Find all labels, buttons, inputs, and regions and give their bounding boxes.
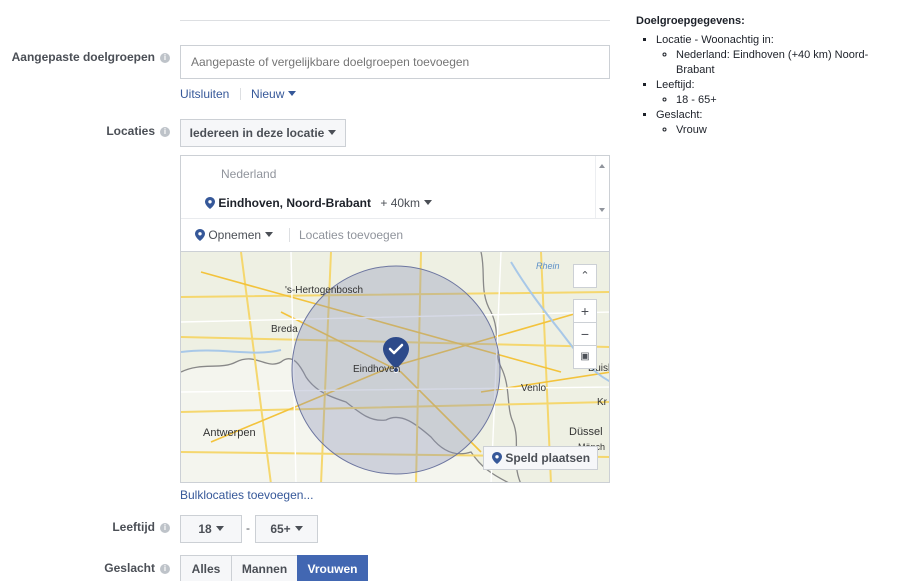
locations-label-row: Locaties i — [0, 124, 170, 138]
info-icon[interactable]: i — [160, 127, 170, 137]
summary-location: Locatie - Woonachtig in: Nederland: Eind… — [656, 33, 898, 78]
selected-location-name: Eindhoven, Noord-Brabant — [218, 196, 372, 210]
new-link: Nieuw — [251, 87, 285, 101]
summary-title: Doelgroepgegevens: — [636, 15, 745, 27]
age-label: Leeftijd — [112, 520, 155, 534]
map-label: 's-Hertogenbosch — [285, 285, 364, 296]
map-collapse-button[interactable]: ⌃ — [573, 264, 597, 288]
radius-dropdown[interactable]: + 40km — [380, 196, 433, 210]
new-dropdown[interactable]: Nieuw — [251, 87, 297, 101]
info-icon[interactable]: i — [160, 523, 170, 533]
gender-women-button[interactable]: Vrouwen — [297, 555, 368, 581]
summary-age-label: Leeftijd: — [656, 79, 695, 91]
location-pin-icon — [195, 229, 205, 241]
map-label: Kr — [597, 397, 607, 408]
summary-age-value: 18 - 65+ — [676, 93, 898, 108]
zoom-in-button[interactable]: + — [573, 299, 597, 323]
chevron-down-icon — [215, 526, 224, 531]
zoom-out-button[interactable]: − — [573, 322, 597, 346]
custom-audiences-label-row: Aangepaste doelgroepen i — [0, 50, 170, 64]
custom-audiences-actions: Uitsluiten Nieuw — [180, 87, 297, 101]
summary-location-label: Locatie - Woonachtig in: — [656, 34, 774, 46]
summary-list: Locatie - Woonachtig in: Nederland: Eind… — [636, 33, 898, 138]
location-map[interactable]: 's-Hertogenbosch Breda Eindhoven Venlo A… — [180, 251, 610, 483]
summary-gender-label: Geslacht: — [656, 109, 703, 121]
box-divider — [181, 218, 609, 219]
custom-audiences-input[interactable] — [180, 45, 610, 79]
location-type-dropdown[interactable]: Iedereen in deze locatie — [180, 119, 346, 147]
custom-audiences-label: Aangepaste doelgroepen — [11, 50, 155, 64]
add-locations-input[interactable]: Locaties toevoegen — [299, 228, 403, 242]
age-separator: - — [246, 521, 250, 535]
separator — [239, 88, 241, 100]
gender-men-button[interactable]: Mannen — [231, 555, 298, 581]
age-max-value: 65+ — [270, 522, 291, 536]
recenter-button[interactable]: ▣ — [573, 345, 597, 369]
place-pin-button[interactable]: Speld plaatsen — [483, 446, 598, 470]
chevron-down-icon — [424, 200, 433, 205]
audience-summary: Doelgroepgegevens: Locatie - Woonachtig … — [636, 15, 898, 138]
summary-age: Leeftijd: 18 - 65+ — [656, 78, 898, 108]
map-label: Eindhoven — [353, 364, 401, 375]
location-type-value: Iedereen in deze locatie — [189, 126, 325, 140]
separator — [289, 228, 290, 242]
location-pin-icon — [205, 197, 215, 209]
bulk-locations-link[interactable]: Bulklocaties toevoegen... — [180, 488, 313, 502]
map-label: Antwerpen — [203, 427, 256, 439]
summary-gender: Geslacht: Vrouw — [656, 108, 898, 138]
include-label: Opnemen — [208, 228, 262, 242]
location-box: Nederland Eindhoven, Noord-Brabant + 40k… — [180, 155, 610, 253]
chevron-down-icon — [294, 526, 303, 531]
map-label: Düssel — [569, 426, 603, 438]
gender-label: Geslacht — [104, 561, 155, 575]
section-divider — [180, 20, 610, 21]
chevron-down-icon — [265, 232, 274, 237]
map-label: Rhein — [536, 261, 560, 271]
chevron-down-icon — [328, 130, 337, 135]
summary-gender-value: Vrouw — [676, 123, 898, 138]
chevron-up-icon: ⌃ — [580, 270, 590, 282]
age-min-dropdown[interactable]: 18 — [180, 515, 242, 543]
age-label-row: Leeftijd i — [0, 520, 170, 534]
gender-label-row: Geslacht i — [0, 561, 170, 575]
summary-location-value: Nederland: Eindhoven (+40 km) Noord-Brab… — [676, 48, 898, 78]
map-label: Breda — [271, 324, 298, 335]
selected-location[interactable]: Eindhoven, Noord-Brabant + 40km — [205, 196, 433, 210]
scrollbar[interactable] — [595, 156, 609, 218]
locations-label: Locaties — [106, 124, 155, 138]
exclude-link[interactable]: Uitsluiten — [180, 87, 229, 101]
radius-value: + 40km — [380, 196, 421, 210]
include-dropdown[interactable]: Opnemen — [195, 228, 274, 242]
place-pin-label: Speld plaatsen — [505, 451, 591, 465]
chevron-down-icon — [288, 91, 297, 96]
location-pin-icon — [492, 452, 502, 464]
map-label: Venlo — [521, 383, 547, 394]
info-icon[interactable]: i — [160, 564, 170, 574]
info-icon[interactable]: i — [160, 53, 170, 63]
age-min-value: 18 — [198, 522, 212, 536]
focus-icon: ▣ — [580, 351, 590, 362]
scroll-down-icon[interactable] — [599, 208, 605, 212]
gender-all-button[interactable]: Alles — [180, 555, 232, 581]
scroll-up-icon[interactable] — [599, 164, 605, 168]
country-label: Nederland — [221, 167, 277, 181]
age-max-dropdown[interactable]: 65+ — [255, 515, 318, 543]
